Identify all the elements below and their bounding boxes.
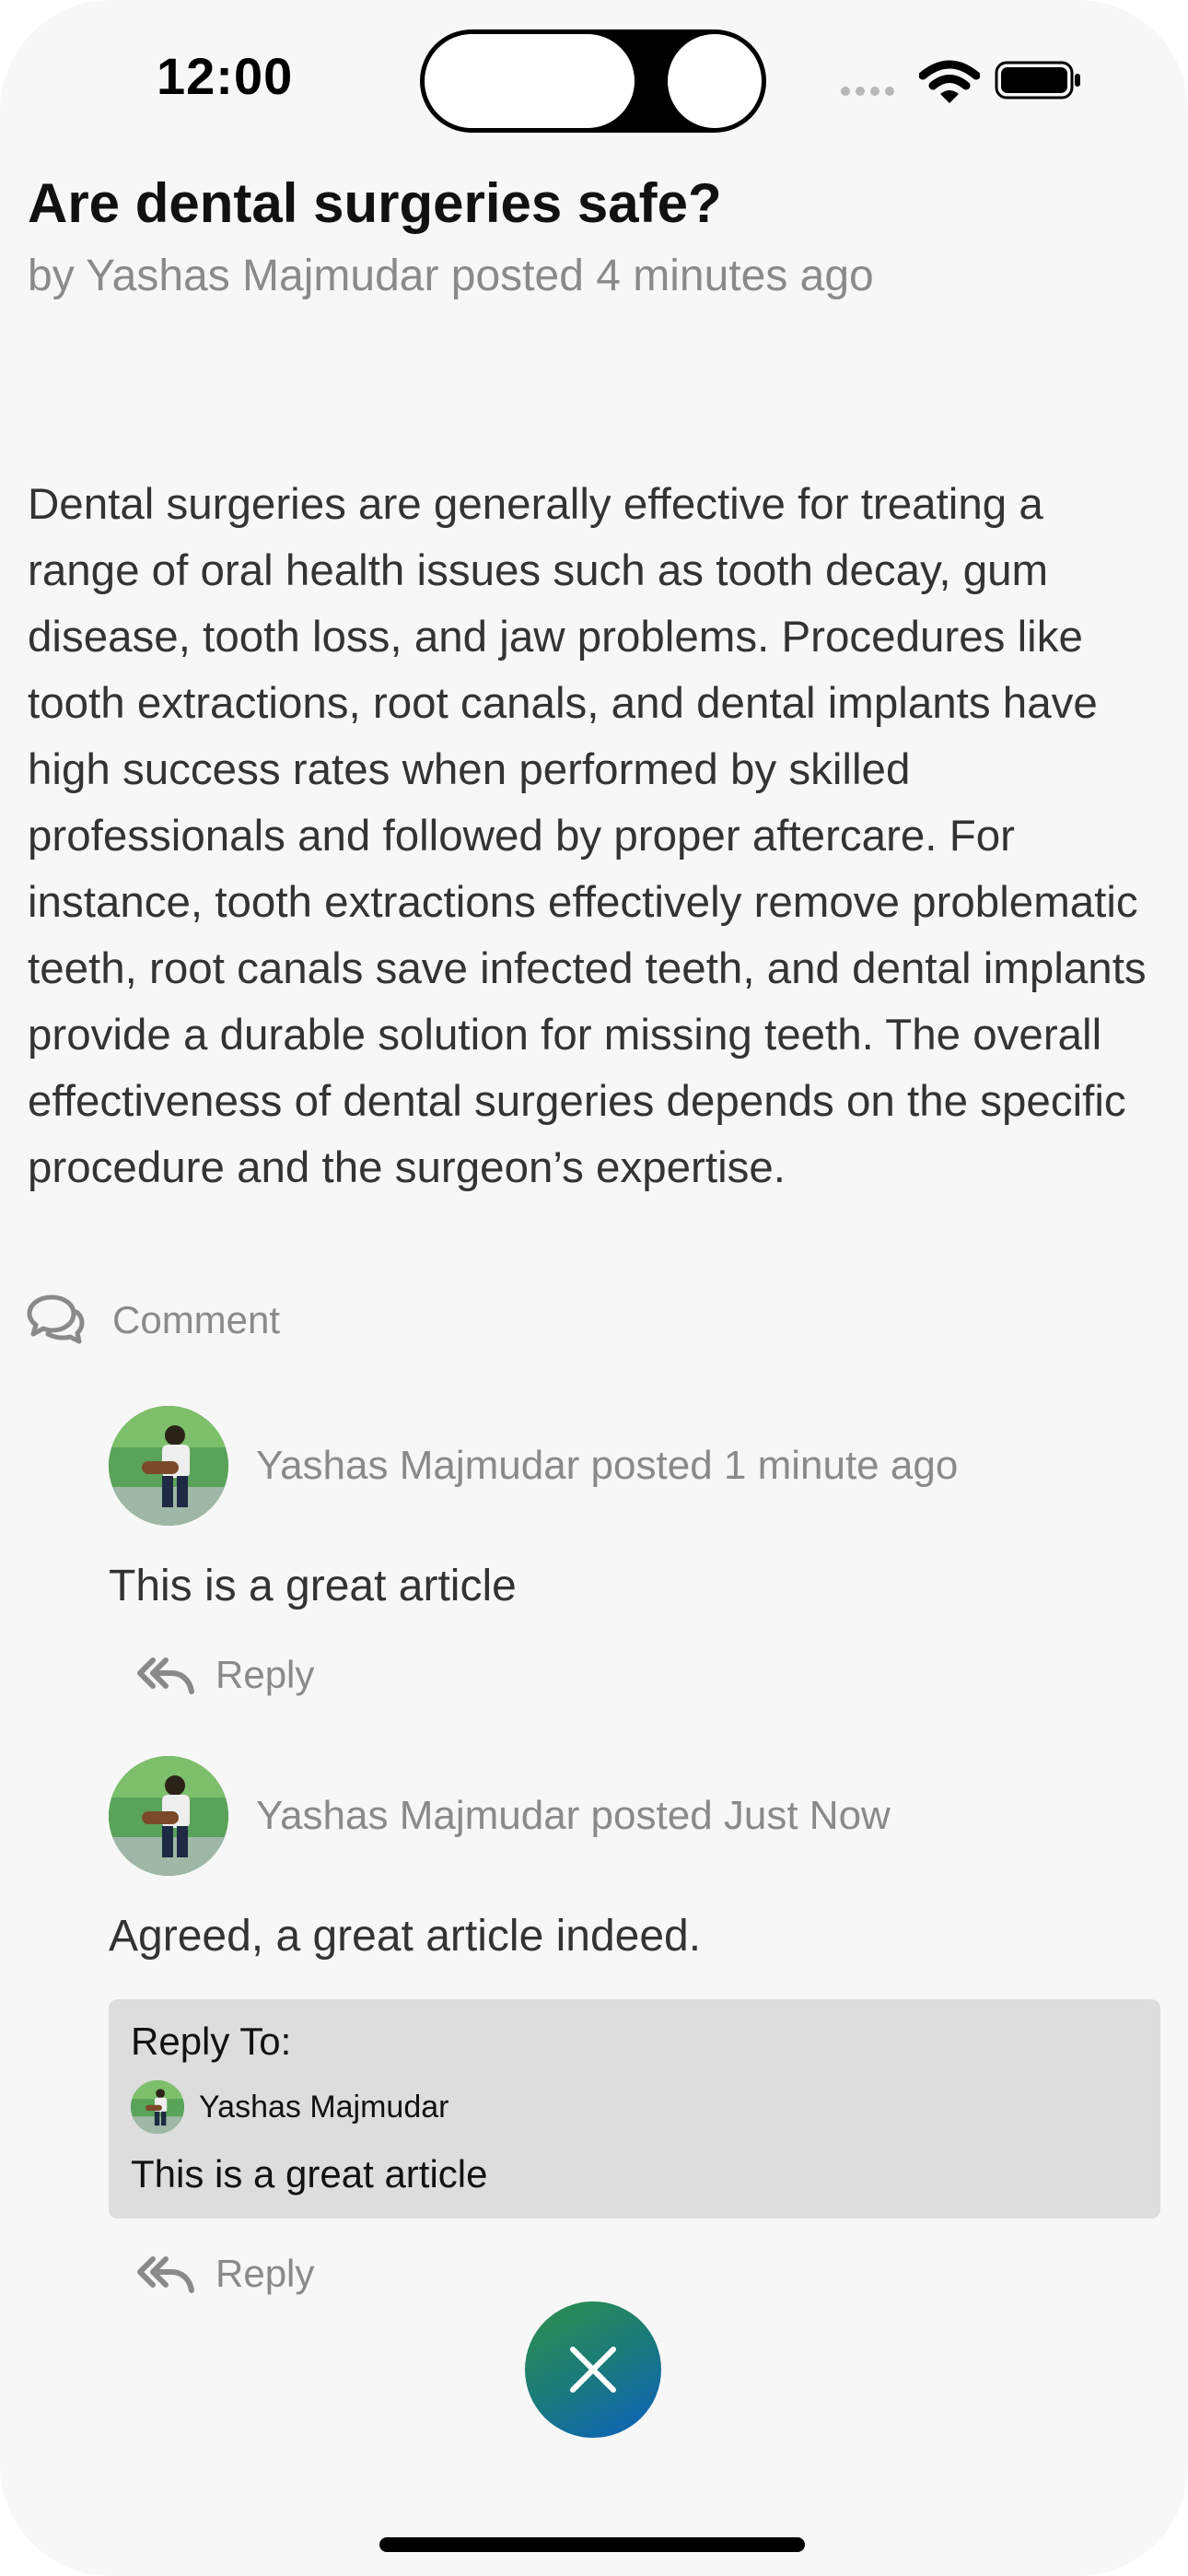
comment-meta: Yashas Majmudar posted Just Now: [256, 1793, 891, 1838]
dynamic-island: [420, 29, 766, 133]
comment-meta: Yashas Majmudar posted 1 minute ago: [256, 1443, 959, 1488]
close-icon: [570, 2347, 616, 2393]
comment-text: Agreed, a great article indeed.: [109, 1912, 702, 1961]
reply-button[interactable]: Reply: [136, 2252, 314, 2296]
screen: 12:00 Are dental surgeries safe? by Yash…: [0, 0, 1188, 2576]
reply-to-quote: Reply To: Yashas Majmudar This is a grea…: [109, 1999, 1160, 2219]
article-body: Dental surgeries are generally effective…: [28, 480, 1147, 1192]
article-byline: by Yashas Majmudar posted 4 minutes ago: [28, 252, 874, 300]
reply-label: Reply: [215, 2252, 315, 2295]
reply-label: Reply: [215, 1653, 315, 1696]
battery-icon: [995, 61, 1080, 100]
wifi-icon: [919, 60, 980, 103]
close-button[interactable]: [525, 2301, 661, 2438]
avatar[interactable]: [109, 1406, 228, 1526]
comment-header: Yashas Majmudar posted 1 minute ago: [109, 1406, 958, 1526]
comments-icon: [26, 1294, 85, 1347]
comment-header: Yashas Majmudar posted Just Now: [109, 1756, 891, 1876]
island-dot: [668, 34, 762, 128]
comment-text: This is a great article: [109, 1562, 517, 1610]
avatar: [131, 2080, 184, 2134]
reply-all-icon: [136, 2254, 195, 2294]
reply-all-icon: [136, 1655, 195, 1695]
reply-to-label: Reply To:: [131, 2020, 292, 2063]
cellular-signal-icon: [841, 87, 894, 96]
reply-to-author-name: Yashas Majmudar: [199, 2089, 449, 2125]
status-time: 12:00: [157, 47, 294, 105]
reply-to-author: Yashas Majmudar: [131, 2080, 449, 2134]
article-title: Are dental surgeries safe?: [28, 172, 722, 234]
reply-button[interactable]: Reply: [136, 1653, 314, 1697]
avatar[interactable]: [109, 1756, 228, 1876]
island-pill: [425, 34, 635, 128]
comment-button[interactable]: Comment: [26, 1294, 280, 1347]
comment-label: Comment: [112, 1298, 281, 1341]
reply-to-quote-text: This is a great article: [131, 2152, 488, 2195]
home-indicator[interactable]: [379, 2537, 805, 2552]
